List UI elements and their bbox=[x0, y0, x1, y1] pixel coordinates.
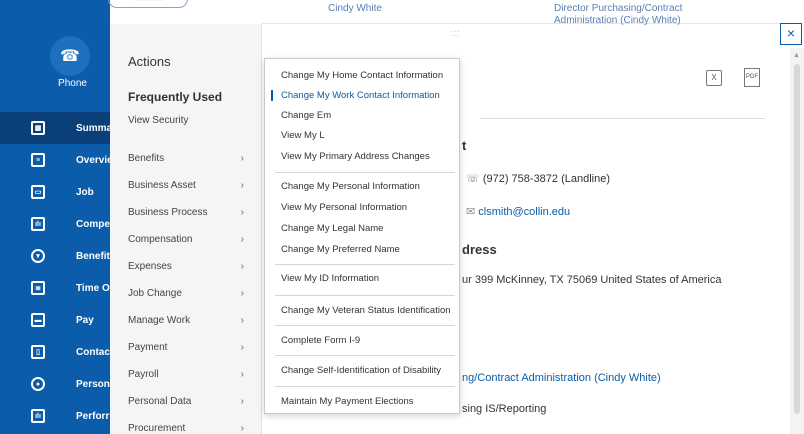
nav-item-time-off[interactable]: ≣ Time O bbox=[0, 272, 110, 304]
compensation-icon: ılı bbox=[31, 217, 45, 231]
submenu-divider bbox=[275, 172, 455, 173]
nav-label: Overvie bbox=[76, 154, 113, 166]
chevron-right-icon: › bbox=[240, 342, 244, 353]
phone-icon[interactable]: ☎ bbox=[50, 36, 90, 76]
chevron-right-icon: › bbox=[240, 369, 244, 380]
chevron-right-icon: › bbox=[240, 423, 244, 434]
scrollbar-thumb[interactable] bbox=[794, 64, 800, 414]
export-excel-icon[interactable]: X bbox=[706, 70, 722, 86]
contact-section-heading: t bbox=[462, 138, 467, 153]
nav-label: Job bbox=[76, 186, 94, 198]
nav-label: Perforr bbox=[76, 410, 110, 422]
submenu-item[interactable]: Change My Veteran Status Identification bbox=[271, 305, 457, 316]
nav-label: Person bbox=[76, 378, 110, 390]
time-off-icon: ≣ bbox=[31, 281, 45, 295]
submenu-item[interactable]: Change Em bbox=[271, 110, 457, 121]
chevron-right-icon: › bbox=[240, 207, 244, 218]
person-icon: ● bbox=[31, 377, 45, 391]
overview-icon: ≡ bbox=[31, 153, 45, 167]
nav-item-contact[interactable]: ▯ Contac bbox=[0, 336, 110, 368]
submenu-divider bbox=[275, 386, 455, 387]
category-personal-data[interactable]: Personal Data › bbox=[128, 396, 256, 407]
mail-icon: ✉ bbox=[466, 206, 479, 218]
submenu-item[interactable]: Change Self-Identification of Disability bbox=[271, 365, 457, 376]
view-security-item[interactable]: View Security bbox=[128, 115, 256, 126]
submenu-item[interactable]: Change My Personal Information bbox=[271, 181, 457, 192]
submenu-item[interactable]: View My ID Information bbox=[271, 273, 457, 284]
chevron-right-icon: › bbox=[240, 315, 244, 326]
nav-item-compensation[interactable]: ılı Compe bbox=[0, 208, 110, 240]
nav-item-summary[interactable]: ▦ Summa bbox=[0, 112, 113, 144]
summary-icon: ▦ bbox=[31, 121, 45, 135]
submenu-item[interactable]: View My Personal Information bbox=[271, 202, 457, 213]
close-button[interactable]: × bbox=[780, 23, 802, 45]
performance-icon: ılı bbox=[31, 409, 45, 423]
top-right-text: Director Purchasing/Contract Administrat… bbox=[554, 3, 683, 26]
nav-label: Contac bbox=[76, 346, 110, 358]
nav-item-benefits[interactable]: ▾ Benefit bbox=[0, 240, 110, 272]
submenu-item-active[interactable]: Change My Work Contact Information bbox=[271, 90, 457, 101]
top-left-link[interactable]: Cindy White bbox=[328, 3, 382, 14]
category-payment[interactable]: Payment › bbox=[128, 342, 256, 353]
actions-menu: Actions Frequently Used View Security Be… bbox=[110, 24, 262, 434]
pay-icon: ▬ bbox=[31, 313, 45, 327]
actions-title: Actions bbox=[128, 54, 171, 69]
submenu-item[interactable]: Change My Home Contact Information bbox=[271, 70, 457, 81]
nav-label: Pay bbox=[76, 314, 94, 326]
personal-data-submenu: Change My Home Contact Information Chang… bbox=[264, 58, 460, 414]
chevron-right-icon: › bbox=[240, 153, 244, 164]
category-manage-work[interactable]: Manage Work › bbox=[128, 315, 256, 326]
submenu-divider bbox=[275, 295, 455, 296]
divider bbox=[480, 118, 765, 119]
submenu-item[interactable]: Change My Legal Name bbox=[271, 223, 457, 234]
nav-label: Compe bbox=[76, 218, 110, 230]
category-business-asset[interactable]: Business Asset › bbox=[128, 180, 256, 191]
phone-small-icon: ☏ bbox=[466, 173, 483, 185]
submenu-item[interactable]: View My Primary Address Changes bbox=[271, 151, 457, 162]
scroll-up-icon[interactable]: ▲ bbox=[793, 52, 800, 59]
organization-value: sing IS/Reporting bbox=[462, 403, 547, 415]
nav-label: Time O bbox=[76, 282, 110, 294]
nav-label: Summa bbox=[76, 122, 113, 134]
nav-item-pay[interactable]: ▬ Pay bbox=[0, 304, 110, 336]
nav-item-job[interactable]: ▭ Job bbox=[0, 176, 110, 208]
submenu-divider bbox=[275, 264, 455, 265]
submenu-divider bbox=[275, 355, 455, 356]
manager-link[interactable]: ng/Contract Administration (Cindy White) bbox=[462, 372, 661, 384]
frequently-used-heading: Frequently Used bbox=[128, 90, 223, 104]
nav-item-personal[interactable]: ● Person bbox=[0, 368, 110, 400]
chevron-right-icon: › bbox=[240, 288, 244, 299]
benefits-icon: ▾ bbox=[31, 249, 45, 263]
category-payroll[interactable]: Payroll › bbox=[128, 369, 256, 380]
chevron-right-icon: › bbox=[240, 180, 244, 191]
submenu-item[interactable]: Maintain My Payment Elections bbox=[271, 396, 457, 407]
scrollbar[interactable]: ▲ bbox=[790, 48, 804, 434]
top-strip: Cindy White Director Purchasing/Contract… bbox=[262, 0, 790, 26]
category-job-change[interactable]: Job Change › bbox=[128, 288, 256, 299]
nav-item-overview[interactable]: ≡ Overvie bbox=[0, 144, 113, 176]
category-business-process[interactable]: Business Process › bbox=[128, 207, 256, 218]
pdf-icon[interactable]: PDF bbox=[744, 68, 760, 87]
submenu-item[interactable]: View My L bbox=[271, 130, 457, 141]
drag-grip-icon[interactable]: ::: bbox=[450, 28, 461, 38]
chevron-right-icon: › bbox=[240, 234, 244, 245]
category-benefits[interactable]: Benefits › bbox=[128, 153, 256, 164]
email-link[interactable]: ✉ clsmith@collin.edu bbox=[466, 205, 570, 218]
category-expenses[interactable]: Expenses › bbox=[128, 261, 256, 272]
nav-item-performance[interactable]: ılı Perforr bbox=[0, 400, 110, 432]
submenu-item[interactable]: Change My Preferred Name bbox=[271, 244, 457, 255]
address-section-heading: dress bbox=[462, 242, 497, 257]
category-compensation[interactable]: Compensation › bbox=[128, 234, 256, 245]
job-icon: ▭ bbox=[31, 185, 45, 199]
category-procurement[interactable]: Procurement › bbox=[128, 423, 256, 434]
chevron-right-icon: › bbox=[240, 261, 244, 272]
contact-icon: ▯ bbox=[31, 345, 45, 359]
submenu-item[interactable]: Complete Form I-9 bbox=[271, 335, 457, 346]
chevron-right-icon: › bbox=[240, 396, 244, 407]
phone-value: ☏ (972) 758-3872 (Landline) bbox=[466, 173, 611, 185]
submenu-divider bbox=[275, 325, 455, 326]
nav-label: Benefit bbox=[76, 250, 110, 262]
address-value: ur 399 McKinney, TX 75069 United States … bbox=[462, 274, 722, 286]
actions-button[interactable]: Actions bbox=[108, 0, 188, 8]
